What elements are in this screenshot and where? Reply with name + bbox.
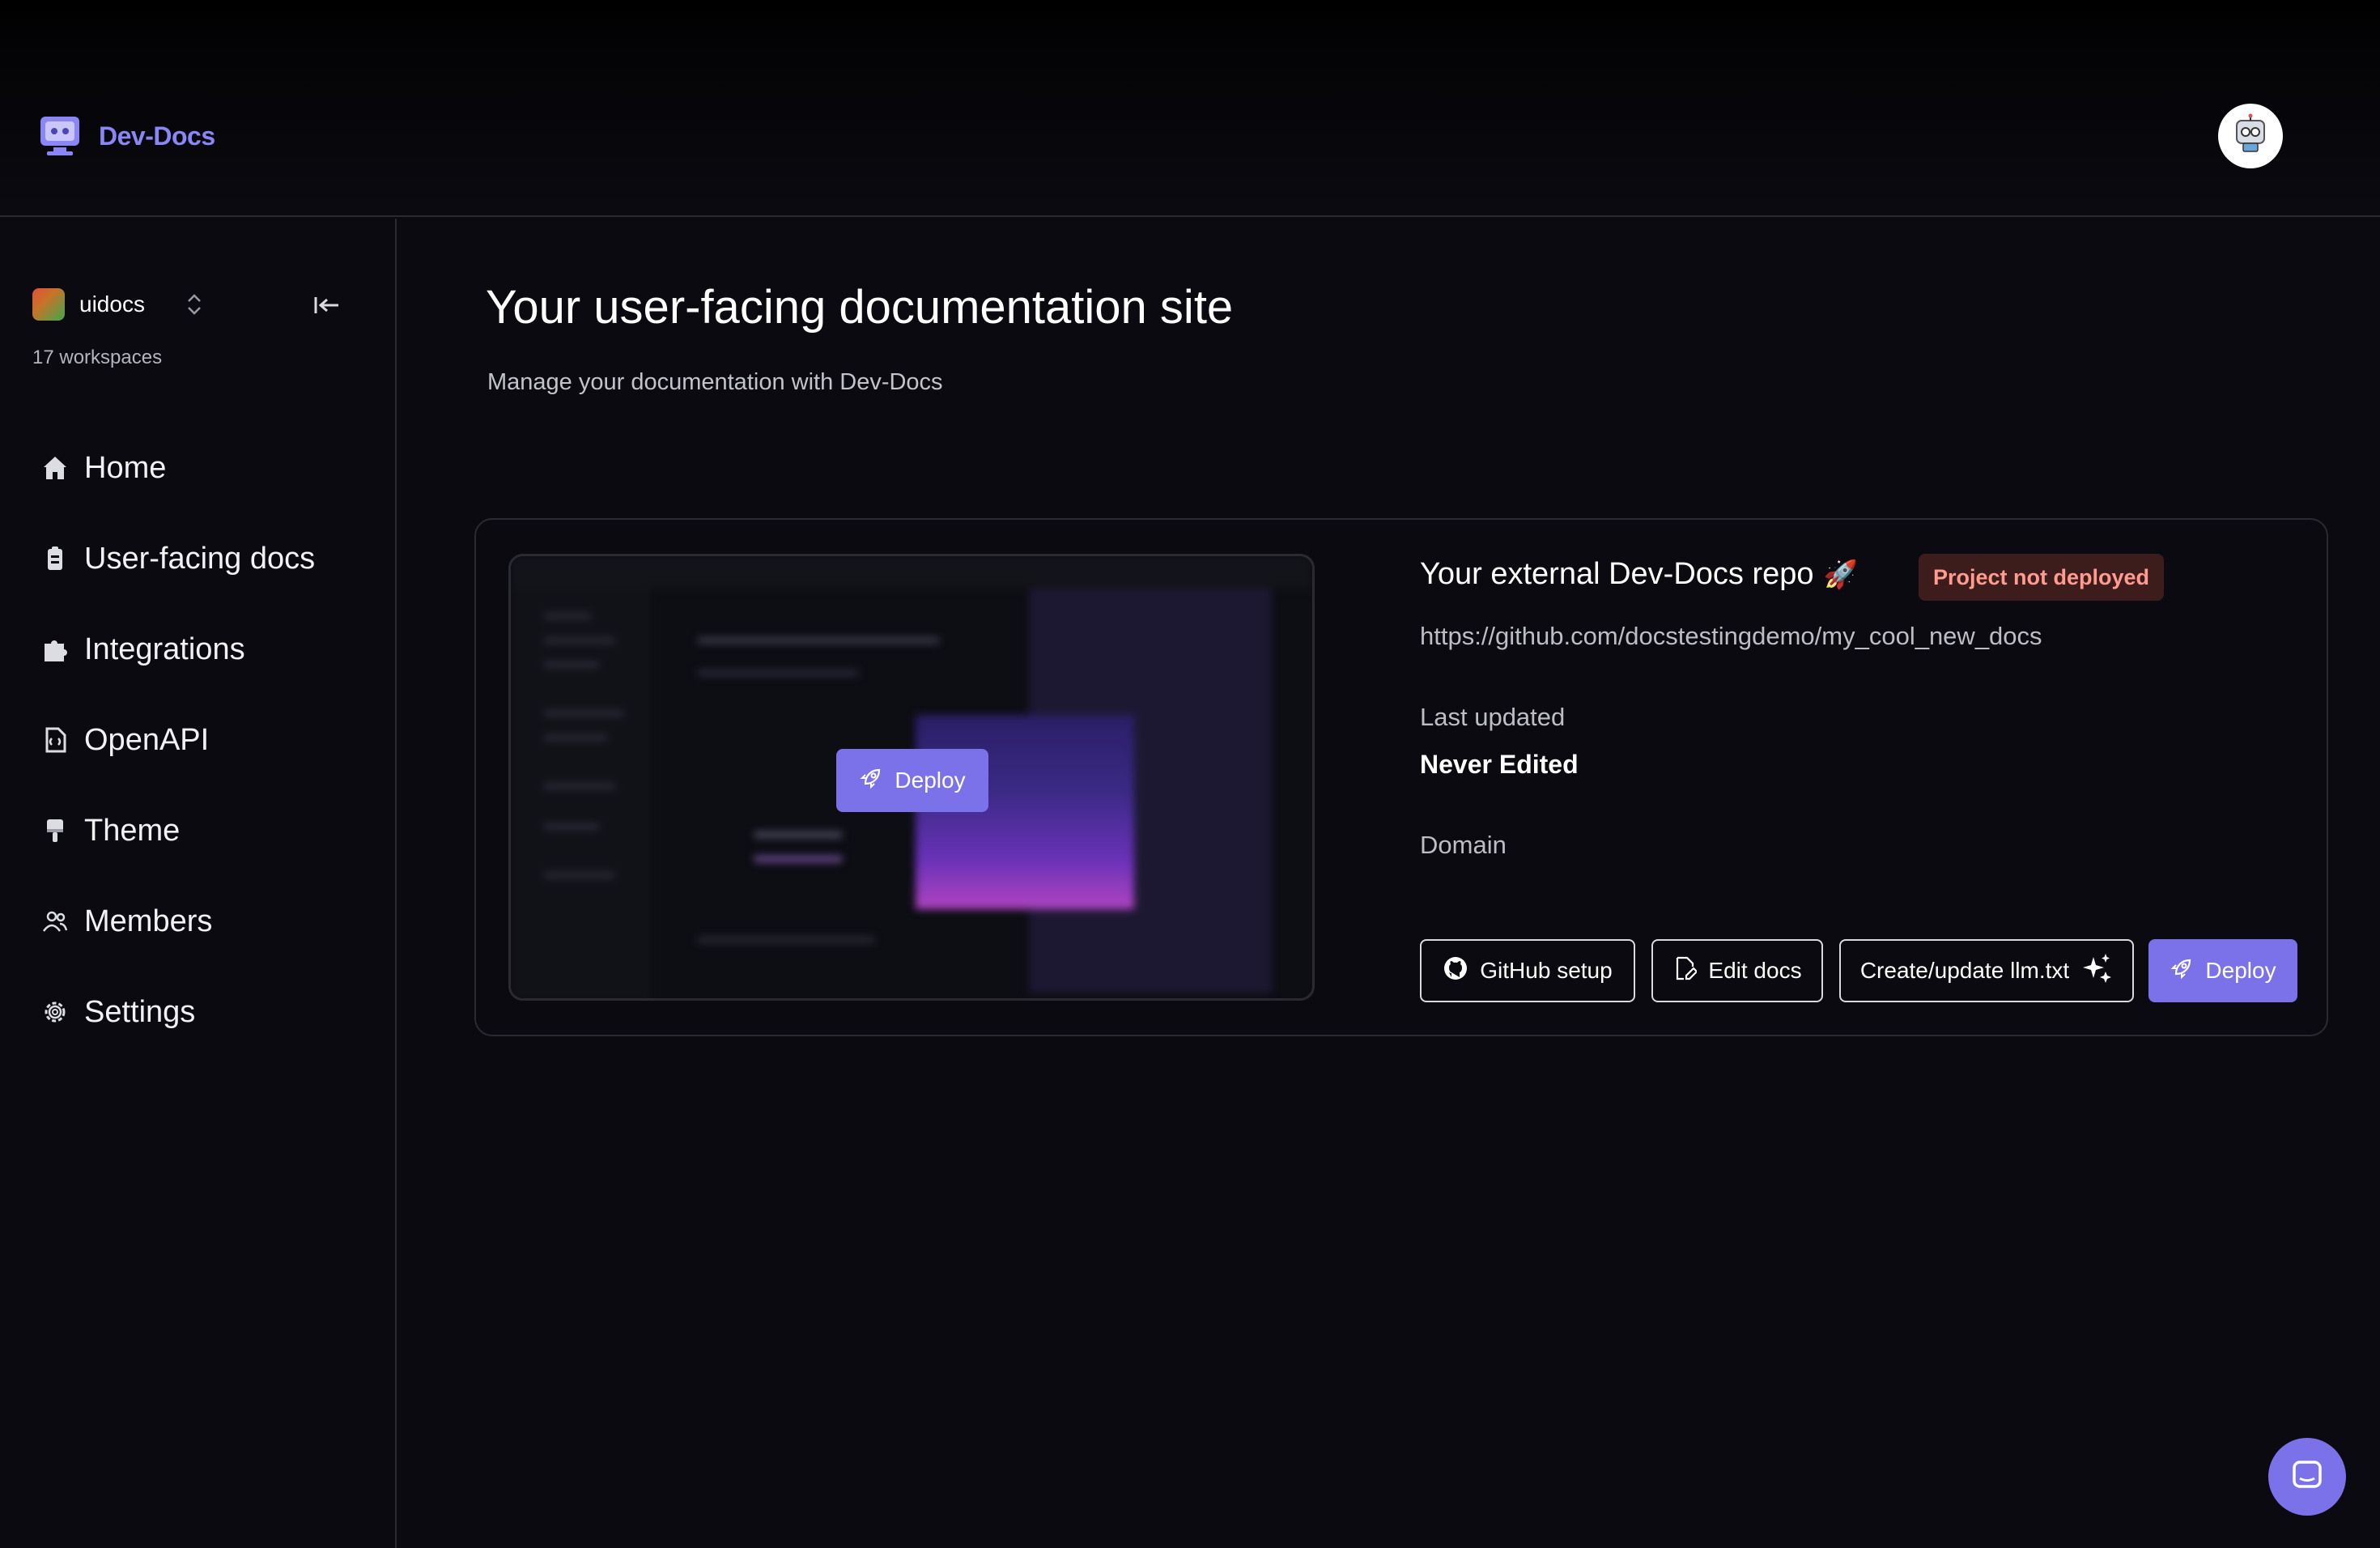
site-preview: Deploy bbox=[508, 554, 1315, 1001]
rocket-icon bbox=[859, 766, 883, 796]
sidebar-item-home[interactable]: Home bbox=[32, 423, 372, 513]
domain-label: Domain bbox=[1420, 831, 1507, 859]
sidebar-item-label: User-facing docs bbox=[84, 541, 316, 576]
top-bar: Dev-Docs bbox=[0, 0, 2380, 217]
rocket-icon bbox=[2170, 956, 2194, 986]
sidebar-item-label: Members bbox=[84, 904, 213, 938]
repo-url[interactable]: https://github.com/docstestingdemo/my_co… bbox=[1420, 622, 2042, 651]
sidebar-item-settings[interactable]: Settings bbox=[32, 967, 372, 1057]
sidebar-item-label: Integrations bbox=[84, 632, 245, 666]
sidebar-item-label: Settings bbox=[84, 994, 196, 1029]
sidebar-item-label: OpenAPI bbox=[84, 722, 210, 757]
home-icon bbox=[32, 452, 84, 484]
status-badge: Project not deployed bbox=[1919, 554, 2165, 601]
create-llm-txt-label: Create/update llm.txt bbox=[1859, 958, 2070, 983]
sidebar-item-integrations[interactable]: Integrations bbox=[32, 604, 372, 695]
page-title: Your user-facing documentation site bbox=[486, 281, 1234, 334]
deploy-label: Deploy bbox=[2205, 958, 2276, 983]
page-subtitle: Manage your documentation with Dev-Docs bbox=[487, 369, 943, 395]
sparkles-icon bbox=[2080, 952, 2113, 990]
sidebar-item-members[interactable]: Members bbox=[32, 876, 372, 967]
workspace-color-swatch bbox=[32, 288, 65, 321]
github-setup-label: GitHub setup bbox=[1480, 958, 1613, 983]
github-icon bbox=[1443, 955, 1468, 987]
chevron-up-down-icon[interactable] bbox=[185, 290, 204, 319]
api-file-icon bbox=[32, 724, 84, 756]
sidebar-item-label: Theme bbox=[84, 813, 181, 848]
gear-icon bbox=[32, 996, 84, 1028]
robot-monitor-icon bbox=[37, 113, 83, 159]
preview-deploy-button[interactable]: Deploy bbox=[836, 749, 988, 812]
deploy-button[interactable]: Deploy bbox=[2148, 939, 2297, 1002]
preview-deploy-label: Deploy bbox=[895, 768, 966, 793]
workspace-selector[interactable]: uidocs bbox=[32, 288, 145, 321]
user-avatar[interactable] bbox=[2218, 104, 2283, 168]
paint-brush-icon bbox=[32, 814, 84, 847]
sidebar-item-theme[interactable]: Theme bbox=[32, 785, 372, 876]
edit-docs-button[interactable]: Edit docs bbox=[1651, 939, 1823, 1002]
repo-title-text: Your external Dev-Docs repo bbox=[1420, 557, 1814, 591]
github-setup-button[interactable]: GitHub setup bbox=[1420, 939, 1635, 1002]
users-icon bbox=[32, 905, 84, 938]
sidebar-nav: Home User-facing docs Integrations OpenA… bbox=[32, 423, 372, 1057]
puzzle-icon bbox=[32, 633, 84, 666]
docs-icon bbox=[32, 542, 84, 575]
robot-avatar-icon bbox=[2229, 113, 2272, 160]
collapse-sidebar-icon[interactable] bbox=[311, 293, 343, 317]
repo-title: Your external Dev-Docs repo 🚀 bbox=[1420, 557, 1858, 592]
create-llm-txt-button[interactable]: Create/update llm.txt bbox=[1839, 939, 2134, 1002]
sidebar-item-label: Home bbox=[84, 450, 167, 485]
chat-launcher-button[interactable] bbox=[2268, 1438, 2346, 1516]
sidebar-item-openapi[interactable]: OpenAPI bbox=[32, 695, 372, 785]
workspace-count: 17 workspaces bbox=[32, 347, 163, 368]
chat-icon bbox=[2289, 1457, 2325, 1497]
app-logo[interactable]: Dev-Docs bbox=[37, 113, 215, 159]
sidebar: uidocs 17 workspaces Home User-facing do… bbox=[0, 219, 397, 1548]
sidebar-item-user-facing-docs[interactable]: User-facing docs bbox=[32, 513, 372, 604]
last-updated-value: Never Edited bbox=[1420, 750, 1579, 779]
repo-card: Deploy Your external Dev-Docs repo 🚀 Pro… bbox=[474, 518, 2328, 1036]
brand-name: Dev-Docs bbox=[99, 121, 215, 151]
workspace-name: uidocs bbox=[79, 291, 145, 317]
edit-docs-label: Edit docs bbox=[1708, 958, 1802, 983]
edit-file-icon bbox=[1672, 955, 1698, 987]
rocket-emoji: 🚀 bbox=[1823, 558, 1858, 591]
last-updated-label: Last updated bbox=[1420, 703, 1566, 731]
